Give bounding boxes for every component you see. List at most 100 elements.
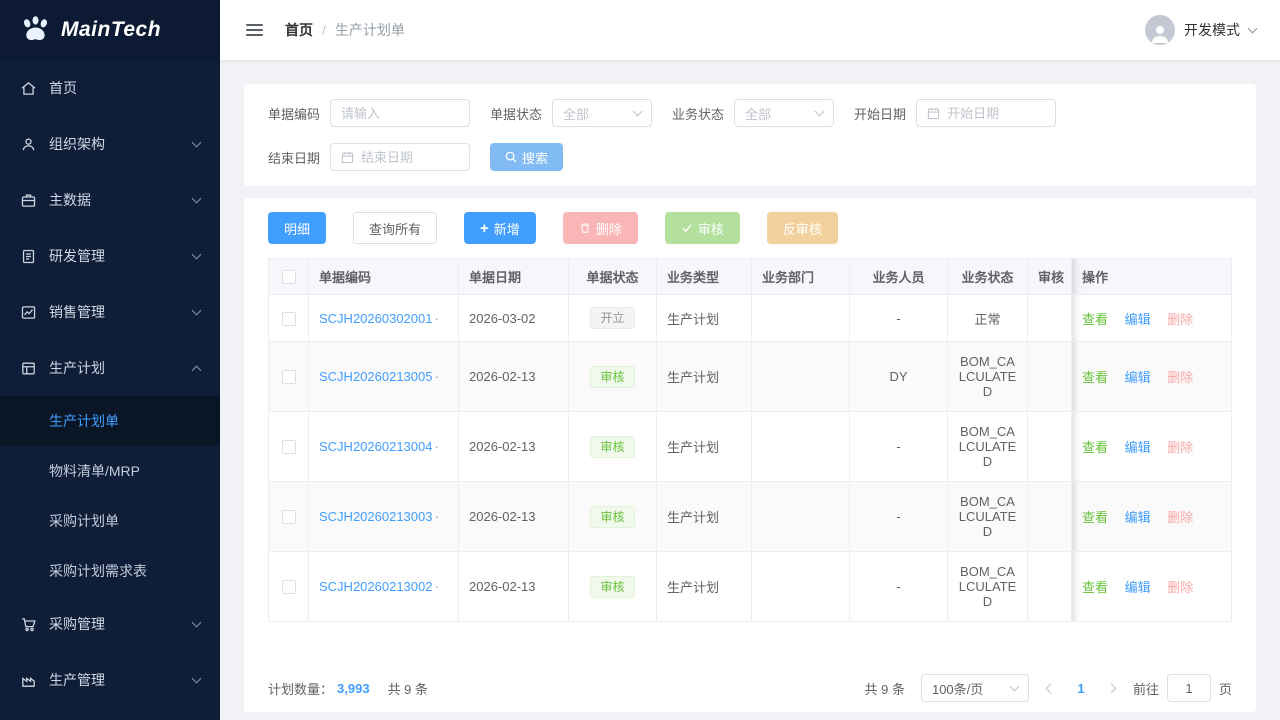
chevron-icon <box>192 137 202 147</box>
doc-code-input-wrap <box>330 99 470 127</box>
approve-button[interactable]: 审核 <box>665 212 740 244</box>
row-checkbox[interactable] <box>282 312 296 326</box>
row-checkbox[interactable] <box>282 510 296 524</box>
view-link[interactable]: 查看 <box>1082 370 1108 385</box>
start-date-input[interactable] <box>947 106 1045 121</box>
edit-link[interactable]: 编辑 <box>1125 580 1151 595</box>
rd-icon <box>20 248 37 265</box>
end-date-label: 结束日期 <box>268 148 320 167</box>
sidebar-subitem-3[interactable]: 采购计划需求表 <box>0 546 220 596</box>
sidebar-item-sales[interactable]: 销售管理 <box>0 284 220 340</box>
biz-person-cell: - <box>850 482 948 552</box>
col-biz-person: 业务人员 <box>850 259 948 295</box>
sidebar-item-plan[interactable]: 生产计划 <box>0 340 220 396</box>
edit-link[interactable]: 编辑 <box>1125 440 1151 455</box>
edit-link[interactable]: 编辑 <box>1125 312 1151 327</box>
sidebar-item-production[interactable]: 生产管理 <box>0 652 220 708</box>
edit-link[interactable]: 编辑 <box>1125 370 1151 385</box>
select-all-checkbox[interactable] <box>282 270 296 284</box>
doc-code-link[interactable]: SCJH20260213004 <box>319 439 432 454</box>
sidebar-subitem-0[interactable]: 生产计划单 <box>0 396 220 446</box>
page-size-value: 100条/页 <box>932 679 983 698</box>
sidebar-subitem-1[interactable]: 物料清单/MRP <box>0 446 220 496</box>
sidebar-item-rd[interactable]: 研发管理 <box>0 228 220 284</box>
doc-status-cell: 审核 <box>569 412 657 482</box>
edit-link[interactable]: 编辑 <box>1125 510 1151 525</box>
goto-page-input[interactable] <box>1167 674 1211 702</box>
current-page[interactable]: 1 <box>1072 681 1090 696</box>
view-link[interactable]: 查看 <box>1082 510 1108 525</box>
view-link[interactable]: 查看 <box>1082 312 1108 327</box>
delete-link[interactable]: 删除 <box>1167 580 1193 595</box>
page-size-select[interactable]: 100条/页 <box>921 674 1029 702</box>
hamburger-menu-icon[interactable] <box>244 21 265 39</box>
doc-code-cell: SCJH20260213004· <box>309 412 459 482</box>
sidebar-subitem-label: 采购计划单 <box>49 511 119 531</box>
unapprove-button[interactable]: 反审核 <box>767 212 838 244</box>
sidebar-subitem-2[interactable]: 采购计划单 <box>0 496 220 546</box>
delete-link[interactable]: 删除 <box>1167 510 1193 525</box>
sidebar-item-org[interactable]: 组织架构 <box>0 116 220 172</box>
doc-code-link[interactable]: SCJH20260213002 <box>319 579 432 594</box>
start-date-input-wrap <box>916 99 1056 127</box>
search-button[interactable]: 搜索 <box>490 143 563 171</box>
sidebar-item-label: 研发管理 <box>49 246 193 266</box>
code-suffix-dot: · <box>434 509 438 524</box>
app-root: MainTech 首页 组织架构 主数据 研发管理 销售管理 生产计划 生产计划… <box>0 0 1280 720</box>
biz-person-cell: - <box>850 552 948 622</box>
biz-type-cell: 生产计划 <box>657 342 752 412</box>
next-page-button[interactable] <box>1106 683 1117 694</box>
sales-icon <box>20 304 37 321</box>
doc-code-link[interactable]: SCJH20260213003 <box>319 509 432 524</box>
status-badge: 审核 <box>590 366 634 388</box>
sidebar-item-label: 组织架构 <box>49 134 193 154</box>
sidebar-item-masterdata[interactable]: 主数据 <box>0 172 220 228</box>
query-all-button[interactable]: 查询所有 <box>353 212 437 244</box>
doc-status-cell: 开立 <box>569 295 657 342</box>
row-checkbox[interactable] <box>282 440 296 454</box>
doc-code-cell: SCJH20260302001· <box>309 295 459 342</box>
end-date-input[interactable] <box>361 150 459 165</box>
filter-row-1: 单据编码 单据状态 全部 业务状态 <box>268 99 1232 127</box>
sidebar-item-home[interactable]: 首页 <box>0 60 220 116</box>
biz-status-select[interactable]: 全部 <box>734 99 834 127</box>
col-doc-code: 单据编码 <box>309 259 459 295</box>
breadcrumb-home[interactable]: 首页 <box>285 20 313 40</box>
row-checkbox[interactable] <box>282 580 296 594</box>
detail-button[interactable]: 明细 <box>268 212 326 244</box>
logo-text: MainTech <box>61 18 161 42</box>
sidebar-subitem-label: 生产计划单 <box>49 411 119 431</box>
doc-code-link[interactable]: SCJH20260213005 <box>319 369 432 384</box>
prev-page-button[interactable] <box>1045 683 1056 694</box>
row-checkbox[interactable] <box>282 370 296 384</box>
search-icon <box>505 151 517 163</box>
col-biz-status: 业务状态 <box>948 259 1028 295</box>
doc-status-select[interactable]: 全部 <box>552 99 652 127</box>
plan-count-label: 计划数量： <box>268 679 333 698</box>
audit-cell <box>1028 342 1072 412</box>
view-link[interactable]: 查看 <box>1082 440 1108 455</box>
delete-button[interactable]: 删除 <box>563 212 638 244</box>
sidebar-item-purchase[interactable]: 采购管理 <box>0 596 220 652</box>
audit-cell <box>1028 482 1072 552</box>
biz-dept-cell <box>752 342 850 412</box>
table-row: SCJH20260213002· 2026-02-13 审核 生产计划 - BO… <box>269 552 1232 622</box>
view-link[interactable]: 查看 <box>1082 580 1108 595</box>
calendar-icon <box>927 107 940 120</box>
chevron-icon <box>192 305 202 315</box>
delete-link[interactable]: 删除 <box>1167 370 1193 385</box>
add-button[interactable]: + 新增 <box>464 212 536 244</box>
audit-cell <box>1028 295 1072 342</box>
biz-dept-cell <box>752 552 850 622</box>
sidebar-subitem-label: 采购计划需求表 <box>49 561 147 581</box>
doc-code-cell: SCJH20260213003· <box>309 482 459 552</box>
sidebar-menu: 首页 组织架构 主数据 研发管理 销售管理 生产计划 生产计划单 物料清单/MR… <box>0 60 220 720</box>
user-menu[interactable]: 开发模式 <box>1145 15 1256 45</box>
delete-link[interactable]: 删除 <box>1167 312 1193 327</box>
doc-code-link[interactable]: SCJH20260302001 <box>319 311 432 326</box>
row-actions-cell: 查看 编辑 删除 <box>1072 482 1232 552</box>
filter-doc-code: 单据编码 <box>268 99 470 127</box>
delete-link[interactable]: 删除 <box>1167 440 1193 455</box>
doc-code-input[interactable] <box>341 106 459 121</box>
filter-doc-status: 单据状态 全部 <box>490 99 652 127</box>
